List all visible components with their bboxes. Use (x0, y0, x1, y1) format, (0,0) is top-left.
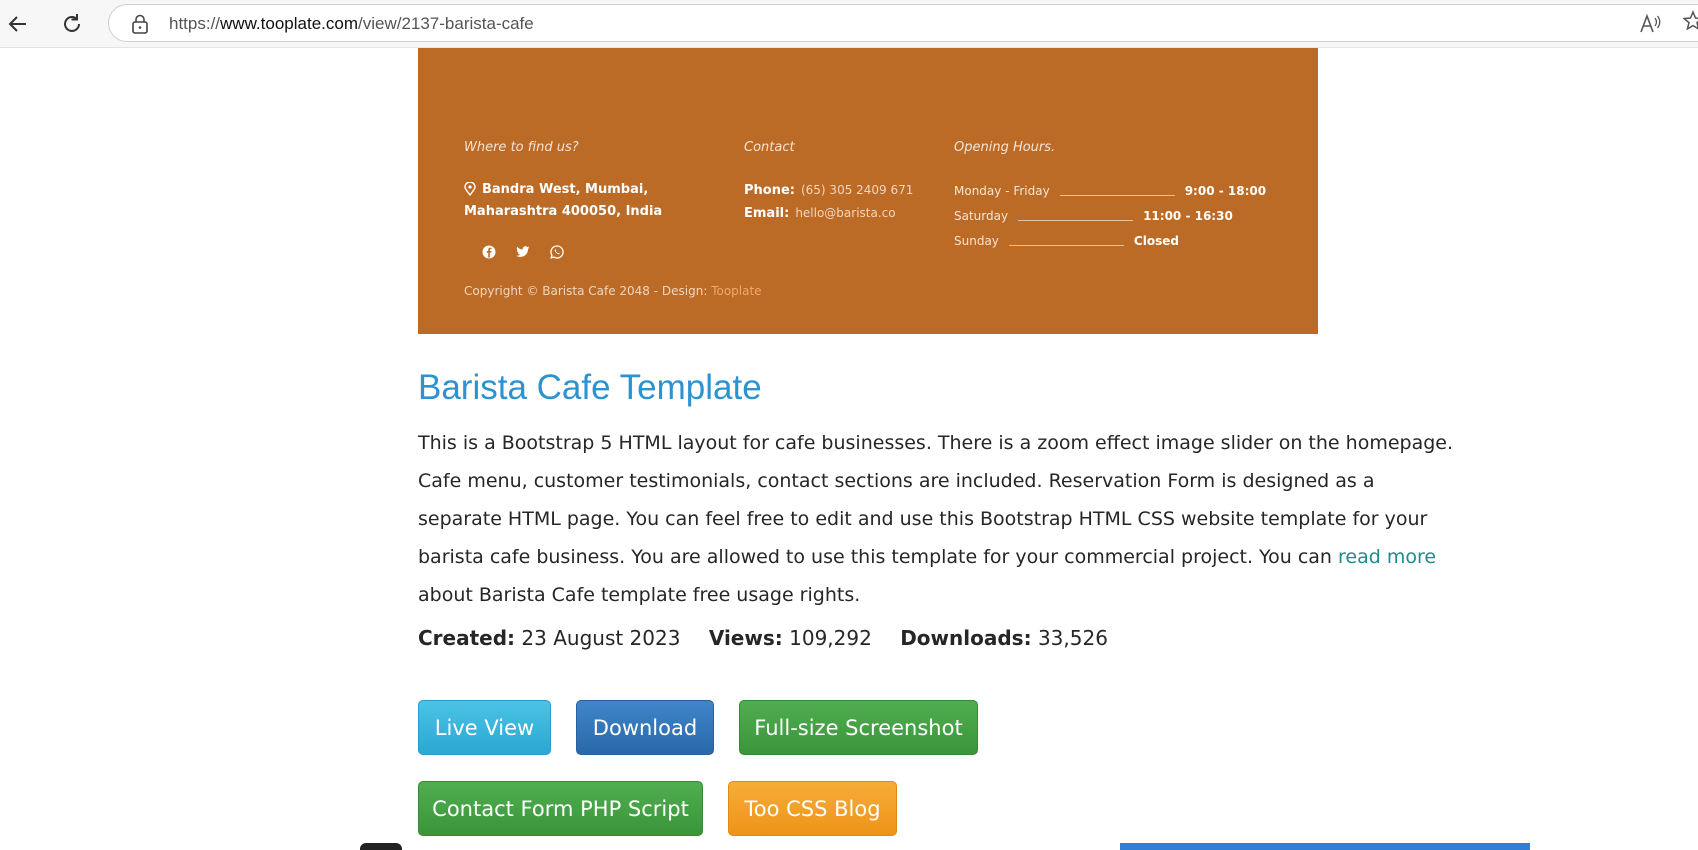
contact-form-php-button[interactable]: Contact Form PHP Script (418, 781, 703, 836)
browser-toolbar: https://www.tooplate.com/view/2137-baris… (0, 0, 1698, 48)
copyright-text: Copyright © Barista Cafe 2048 - Design: … (464, 284, 762, 298)
twitter-icon (511, 240, 535, 264)
hours-time: Closed (1133, 233, 1179, 248)
hours-row: Sunday Closed (954, 228, 1266, 253)
hours-row: Monday - Friday 9:00 - 18:00 (954, 178, 1266, 203)
css-blog-button[interactable]: Too CSS Blog (728, 781, 897, 836)
back-arrow-icon (8, 16, 26, 32)
url-text[interactable]: https://www.tooplate.com/view/2137-baris… (169, 14, 534, 34)
read-aloud-icon[interactable] (1639, 14, 1663, 34)
opening-hours-list: Monday - Friday 9:00 - 18:00 Saturday 11… (954, 178, 1266, 253)
download-button[interactable]: Download (576, 700, 714, 755)
read-more-link[interactable]: read more (1338, 546, 1436, 568)
contact-heading: Contact (744, 140, 795, 155)
partial-banner-right (1120, 843, 1530, 850)
favorites-star-icon[interactable] (1683, 10, 1698, 30)
lock-icon[interactable] (131, 14, 149, 34)
address-bar[interactable]: https://www.tooplate.com/view/2137-baris… (108, 4, 1698, 42)
whatsapp-icon (545, 240, 569, 264)
downloads-stat: Downloads: 33,526 (900, 626, 1108, 650)
hours-day: Saturday (954, 208, 1009, 223)
partial-logo-left (360, 843, 402, 850)
live-view-button[interactable]: Live View (418, 700, 551, 755)
template-description: This is a Bootstrap 5 HTML layout for ca… (418, 432, 1454, 606)
find-us-heading: Where to find us? (464, 140, 579, 155)
hours-day: Sunday (954, 233, 999, 248)
hours-time: 11:00 - 16:30 (1143, 208, 1233, 223)
template-title: Barista Cafe Template (418, 368, 762, 407)
refresh-icon (64, 14, 80, 32)
hours-divider (1008, 235, 1124, 246)
hours-heading: Opening Hours. (954, 140, 1056, 155)
views-stat: Views: 109,292 (708, 626, 872, 650)
back-button[interactable] (2, 8, 34, 40)
hours-divider (1059, 185, 1175, 196)
facebook-icon (477, 240, 501, 264)
hours-time: 9:00 - 18:00 (1184, 183, 1267, 198)
template-stats: Created: 23 August 2023 Views: 109,292 D… (418, 626, 1130, 650)
tooplate-link: Tooplate (711, 284, 762, 298)
hours-divider (1018, 210, 1134, 221)
full-size-screenshot-button[interactable]: Full-size Screenshot (739, 700, 978, 755)
email-value: hello@barista.co (795, 206, 896, 220)
map-pin-icon (464, 181, 476, 196)
address-text: Bandra West, Mumbai, Maharashtra 400050,… (464, 182, 663, 219)
refresh-button[interactable] (56, 8, 88, 40)
hours-row: Saturday 11:00 - 16:30 (954, 203, 1266, 228)
created-stat: Created: 23 August 2023 (418, 626, 681, 650)
template-preview-image[interactable]: Where to find us? Contact Opening Hours.… (418, 48, 1318, 334)
address-block: Bandra West, Mumbai, Maharashtra 400050,… (464, 178, 729, 222)
email-label: Email: (744, 206, 790, 221)
contact-block: Phone: (65) 305 2409 671 Email: hello@bari… (744, 178, 913, 224)
phone-label: Phone: (744, 183, 795, 198)
hours-day: Monday - Friday (954, 183, 1050, 198)
phone-value: (65) 305 2409 671 (800, 183, 914, 197)
